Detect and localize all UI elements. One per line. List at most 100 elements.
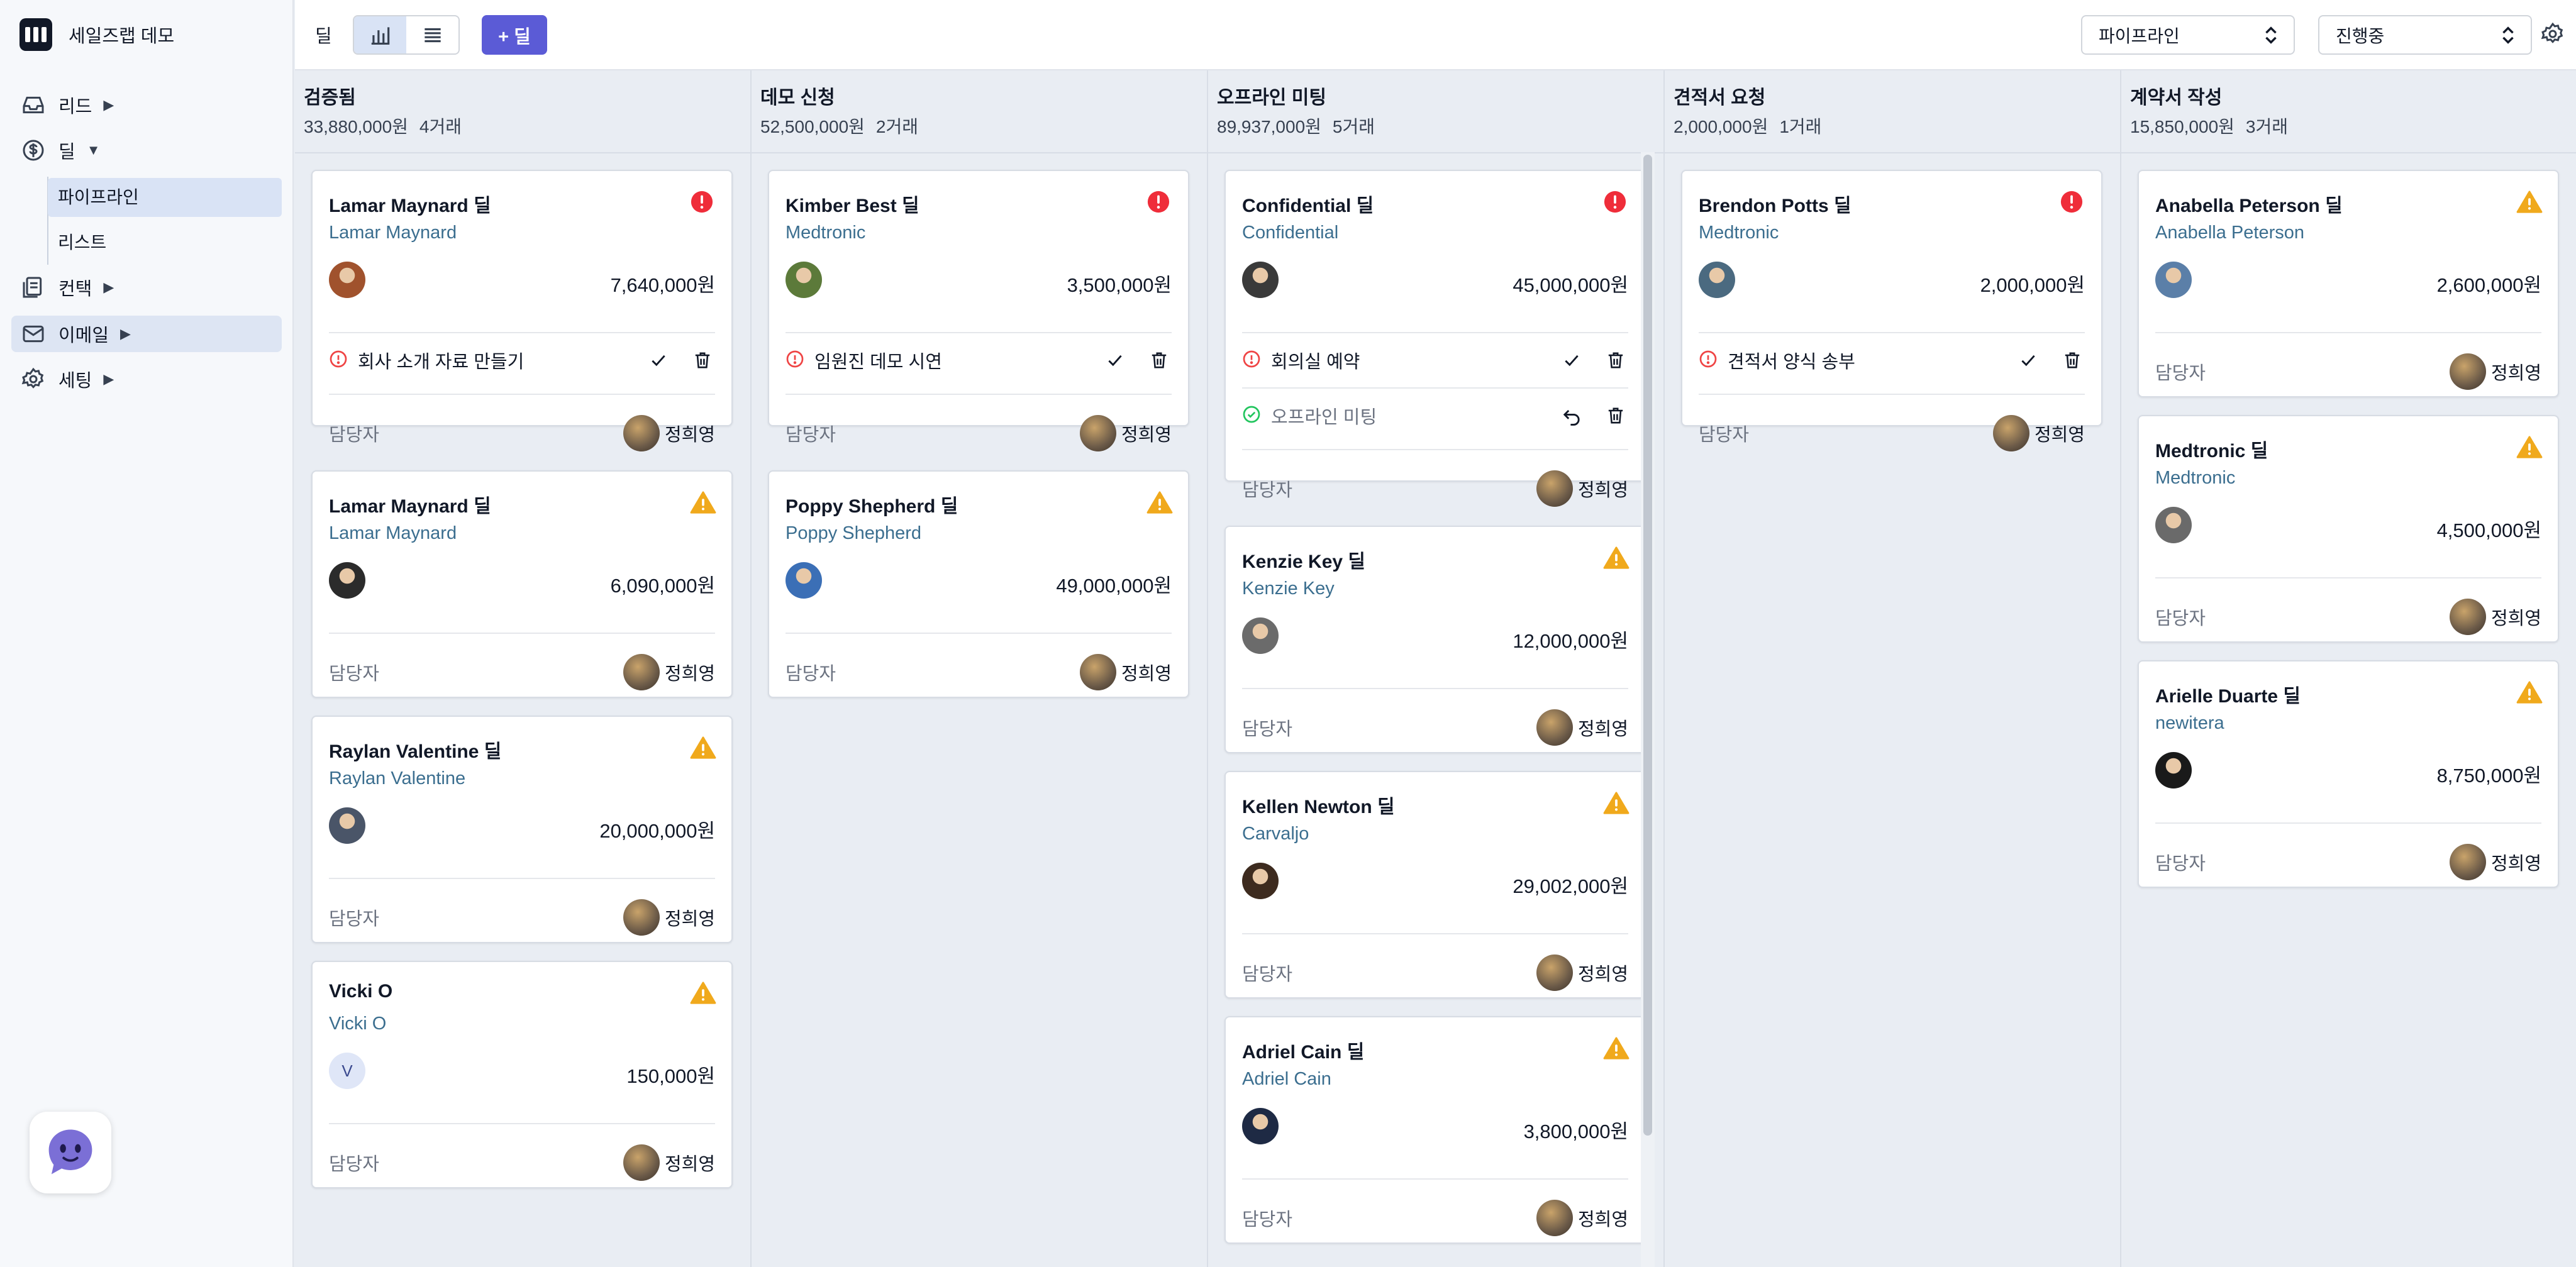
column-title: 견적서 요청 (1674, 87, 1766, 108)
deal-amount: 4,500,000원 (2436, 519, 2541, 541)
deal-card[interactable]: Kellen Newton 딜 Carvaljo 29,002,000원 담당자 정희영 (1224, 771, 1646, 999)
card-divider (786, 633, 1172, 634)
owner-label: 담당자 (2155, 609, 2206, 629)
alert-error-icon (1146, 190, 1170, 214)
complete-task-button[interactable] (1559, 348, 1584, 373)
deal-company: Confidential (1242, 223, 1339, 243)
deal-title[interactable]: Lamar Maynard 딜 (329, 190, 491, 218)
deal-card[interactable]: Medtronic 딜 Medtronic 4,500,000원 담당자 정희영 (2138, 415, 2559, 643)
complete-task-button[interactable] (2016, 348, 2041, 373)
owner-name: 정희영 (664, 1154, 715, 1175)
board-settings-gear-icon[interactable] (2540, 21, 2565, 47)
owner[interactable]: 정희영 (2449, 844, 2541, 880)
warning-icon (2516, 680, 2543, 704)
brand[interactable]: 세일즈랩 데모 (19, 18, 174, 51)
deal-title[interactable]: Kenzie Key 딜 (1242, 546, 1365, 573)
sidebar-item-settings[interactable]: 세팅 ▶ (19, 361, 114, 397)
deal-title[interactable]: Kimber Best 딜 (786, 190, 919, 218)
owner-row: 담당자 정희영 (2155, 352, 2541, 391)
deal-card[interactable]: Arielle Duarte 딜 newitera 8,750,000원 담당자 정희영 (2138, 660, 2559, 888)
delete-task-button[interactable] (1603, 403, 1628, 428)
column-header: 견적서 요청 2,000,000원 1거래 (1674, 82, 1821, 138)
deal-card[interactable]: Raylan Valentine 딜 Raylan Valentine 20,000… (311, 716, 733, 943)
deal-title[interactable]: Arielle Duarte 딜 (2155, 680, 2301, 708)
contact-avatar (2155, 262, 2192, 298)
sidebar-item-deals[interactable]: 딜 ▼ (19, 132, 100, 169)
owner[interactable]: 정희영 (1536, 954, 1628, 991)
deal-company: Kenzie Key (1242, 578, 1335, 599)
owner-label: 담당자 (1699, 425, 1750, 445)
owner-avatar (1536, 954, 1573, 991)
deal-title[interactable]: Confidential 딜 (1242, 190, 1374, 218)
app-logo-icon (19, 18, 52, 51)
deal-card[interactable]: Confidential 딜 Confidential 45,000,000원 회의실… (1224, 170, 1646, 507)
deal-title[interactable]: Lamar Maynard 딜 (329, 490, 491, 518)
board-view-button[interactable] (354, 16, 406, 53)
deal-card[interactable]: Vicki O Vicki O V 150,000원 담당자 정희영 (311, 961, 733, 1188)
delete-task-button[interactable] (2060, 348, 2085, 373)
owner[interactable]: 정희영 (1536, 1200, 1628, 1236)
deal-card[interactable]: Lamar Maynard 딜 Lamar Maynard 7,640,000원 회사… (311, 170, 733, 451)
owner[interactable]: 정희영 (1079, 654, 1172, 690)
status-select-value: 진행중 (2336, 26, 2385, 46)
deal-card[interactable]: Kimber Best 딜 Medtronic 3,500,000원 임원진 데모 시… (768, 170, 1189, 451)
column-title: 오프라인 미팅 (1217, 87, 1326, 108)
owner[interactable]: 정희영 (1079, 415, 1172, 451)
status-select[interactable]: 진행중 (2318, 15, 2532, 55)
list-view-button[interactable] (406, 16, 458, 53)
deal-title[interactable]: Adriel Cain 딜 (1242, 1036, 1364, 1064)
deal-card[interactable]: Brendon Potts 딜 Medtronic 2,000,000원 견적서 양식… (1681, 170, 2102, 451)
task-item: 임원진 데모 시연 (786, 342, 1172, 379)
pipeline-select[interactable]: 파이프라인 (2081, 15, 2295, 55)
chatbot-launcher-button[interactable] (30, 1112, 111, 1193)
sidebar-item-label: 이메일 (58, 326, 109, 346)
owner[interactable]: 정희영 (623, 654, 715, 690)
sidebar-item-contacts[interactable]: 컨택 ▶ (19, 269, 114, 306)
owner[interactable]: 정희영 (623, 415, 715, 451)
pipeline-column: 견적서 요청 2,000,000원 1거래 Brendon Potts 딜 Medtro… (1665, 70, 2121, 1267)
owner[interactable]: 정희영 (623, 899, 715, 936)
owner[interactable]: 정희영 (2449, 353, 2541, 390)
owner[interactable]: 정희영 (1536, 470, 1628, 507)
deal-title[interactable]: Medtronic 딜 (2155, 435, 2268, 463)
owner[interactable]: 정희영 (1992, 415, 2085, 451)
card-divider (329, 878, 715, 879)
owner-avatar (1536, 1200, 1573, 1236)
deal-card[interactable]: Anabella Peterson 딜 Anabella Peterson 2,60… (2138, 170, 2559, 397)
delete-task-button[interactable] (690, 348, 715, 373)
sidebar-subitem-list[interactable]: 리스트 (58, 223, 106, 260)
owner-row: 담당자 정희영 (1242, 708, 1628, 747)
card-divider (2155, 332, 2541, 333)
complete-task-button[interactable] (1102, 348, 1128, 373)
warning-icon (690, 490, 716, 514)
sidebar-item-email[interactable]: 이메일 ▶ (19, 316, 131, 352)
sidebar-item-leads[interactable]: 리드 ▶ (19, 87, 114, 123)
contact-avatar (1699, 262, 1735, 298)
add-deal-button[interactable]: + 딜 (482, 15, 547, 55)
owner[interactable]: 정희영 (623, 1144, 715, 1181)
deal-title[interactable]: Poppy Shepherd 딜 (786, 490, 958, 518)
delete-task-button[interactable] (1146, 348, 1172, 373)
sidebar-subitem-pipeline[interactable]: 파이프라인 (58, 178, 139, 214)
owner-name: 정희영 (664, 425, 715, 445)
column-scrollbar[interactable] (1643, 155, 1652, 1136)
deal-title[interactable]: Raylan Valentine 딜 (329, 736, 501, 763)
owner-row: 담당자 정희영 (786, 653, 1172, 692)
deal-card[interactable]: Adriel Cain 딜 Adriel Cain 3,800,000원 담당자 정희영 (1224, 1016, 1646, 1244)
complete-task-button[interactable] (646, 348, 671, 373)
deal-card[interactable]: Kenzie Key 딜 Kenzie Key 12,000,000원 담당자 정희영 (1224, 526, 1646, 753)
deal-title[interactable]: Kellen Newton 딜 (1242, 791, 1395, 819)
deal-title[interactable]: Anabella Peterson 딜 (2155, 190, 2343, 218)
owner[interactable]: 정희영 (1536, 709, 1628, 746)
deal-title[interactable]: Vicki O (329, 981, 392, 1002)
expand-arrow-icon: ▶ (103, 279, 114, 295)
pipeline-select-value: 파이프라인 (2099, 26, 2180, 46)
deal-title[interactable]: Brendon Potts 딜 (1699, 190, 1852, 218)
deal-card[interactable]: Lamar Maynard 딜 Lamar Maynard 6,090,000원 담당… (311, 470, 733, 698)
undo-task-button[interactable] (1559, 403, 1584, 428)
deal-card[interactable]: Poppy Shepherd 딜 Poppy Shepherd 49,000,000… (768, 470, 1189, 698)
delete-task-button[interactable] (1603, 348, 1628, 373)
expand-arrow-icon: ▶ (103, 97, 114, 113)
owner[interactable]: 정희영 (2449, 599, 2541, 635)
column-header: 계약서 작성 15,850,000원 3거래 (2130, 82, 2288, 138)
